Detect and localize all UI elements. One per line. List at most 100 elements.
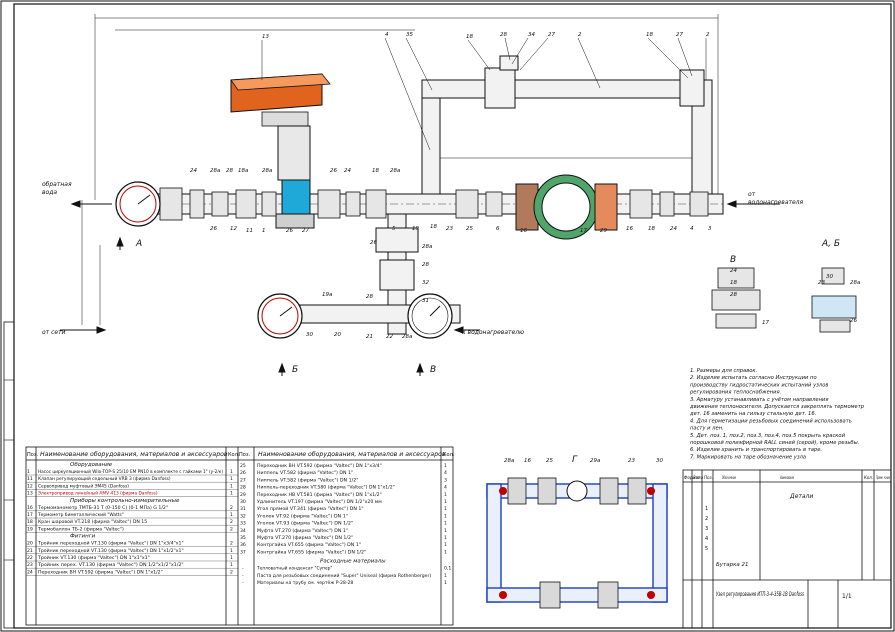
title-block-header: Приме- чание [876, 475, 890, 480]
bom-row-qty: 1 [444, 521, 447, 527]
note-line: 3. Арматуру устанавливать с учётом напра… [690, 397, 829, 403]
bom-row-name: Переходник НВ VT.581 (фирма "Valtec") DN… [257, 492, 382, 498]
note-line: порошковой полиэфирной RALL синей (серой… [690, 440, 859, 446]
bom-row-qty: 1 [444, 513, 447, 519]
callout-5: 5 [392, 226, 396, 232]
note-line: 1. Размеры для справок. [690, 368, 757, 374]
callout-29: 29 [600, 228, 607, 234]
bom-row-qty: 1 [230, 476, 233, 482]
bom-row-qty: 1 [444, 492, 447, 498]
bom-row-name: Ниппель VT.582 (фирма "Valtec") DN 1" [257, 470, 353, 476]
bom-row-name: Термобаллон ТБ-2 (фирма "Valtec") [37, 526, 124, 532]
callout-17: 17 [762, 320, 769, 326]
callout-18: 18 [646, 32, 653, 38]
bom-row-qty: 1 [230, 562, 233, 568]
bom-row-pos: 27 [240, 477, 246, 483]
bom-row-pos: 33 [240, 521, 246, 527]
callout-25: 25 [546, 458, 553, 464]
bom-row-qty: 1 [230, 469, 233, 475]
callout-30: 30 [656, 458, 663, 464]
bom-row-qty: 1 [444, 573, 447, 579]
bom-row-pos: 36 [240, 542, 246, 548]
bom-row-name: Переходник ВН VT.592 (фирма "Valtec") DN… [38, 569, 163, 575]
bom-right-header-pos: Поз. [239, 452, 250, 458]
view-title-ab: А, Б [821, 239, 840, 249]
bom-row-pos: 32 [240, 513, 246, 519]
bom-row-name: Уголок VT.93 (фирма "Valtec") DN 1/2" [257, 521, 353, 527]
drawing-name: Узел регулирования ИТП-3-4-35В-1В Danfos… [716, 590, 804, 598]
title-block-detail-pos: 5 [705, 546, 708, 552]
bom-row-name: Угол прямой VT.341 (фирма "Valtec") DN 1… [257, 505, 364, 512]
sheet-number: 1/1 [842, 593, 852, 600]
view-marker-a: А [135, 239, 142, 249]
bom-section-title: Расходные материалы [320, 559, 386, 565]
callout-18a: 18a [238, 168, 249, 174]
callout-4: 4 [385, 32, 389, 38]
callout-12: 12 [230, 226, 237, 232]
note-line: 7. Маркировать на таре обозначение узла [690, 454, 806, 460]
bom-row-name: Материалы на трубу см. чертёж P-28-28 [257, 580, 353, 586]
callout-3: 3 [708, 226, 712, 232]
title-block-header: Зона [693, 475, 704, 480]
bom-row-qty: 2 [230, 541, 233, 547]
bom-row-qty: 1 [230, 491, 233, 497]
callout-30: 30 [306, 332, 313, 338]
bom-row-qty: 1 [444, 506, 447, 512]
title-block-header: Кол. [864, 475, 873, 480]
callout-19a: 19a [322, 292, 333, 298]
flow-label-from-boiler: водонагревателя [748, 199, 804, 206]
flow-label-return: вода [42, 189, 57, 196]
bom-row-name: Удлинитель VT.197 (фирма "Valtec") DN 1/… [257, 499, 382, 505]
callout-2: 2 [706, 32, 710, 38]
callout-27: 27 [302, 228, 309, 234]
title-block-bottom: Бутарка 21 [716, 562, 749, 568]
bom-row-name: Тройник VT.130 (фирма "Valtec") DN 1"х1"… [37, 554, 150, 561]
bom-row-name: Муфта VT.270 (фирма "Valtec") DN 1/2" [257, 535, 353, 541]
callout-27: 27 [548, 32, 555, 38]
note-line: движения теплоносителя. Допускается закр… [689, 404, 865, 410]
callout-13: 13 [262, 34, 269, 40]
bom-row-qty: 2 [230, 505, 233, 511]
callout-16: 16 [626, 226, 633, 232]
note-line: 4. Для герметизации резьбовых соединений… [690, 418, 852, 424]
title-block-header: Наименование [780, 475, 794, 480]
bom-row-qty: 1 [444, 535, 447, 541]
callout-28a: 28a [422, 244, 433, 250]
callout-6: 6 [496, 226, 500, 232]
bom-row-qty: 2 [230, 569, 233, 575]
bom-row-qty: 1 [444, 499, 447, 505]
bom-row-qty: 1 [230, 483, 233, 489]
bom-row-qty: 3 [444, 477, 447, 483]
callout-20: 20 [334, 332, 341, 338]
bom-row-pos: 28 [240, 485, 246, 491]
callout-34: 34 [528, 32, 535, 38]
callout-28a: 28a [504, 458, 515, 464]
bom-row-pos: 30 [240, 499, 246, 505]
bom-row-pos: 34 [240, 528, 246, 534]
bom-row-name: Термоманометр ТМТБ-31 Т (0-150 С) (0-1 М… [37, 505, 168, 511]
bom-row-qty: 4 [444, 470, 447, 476]
callout-23: 23 [446, 226, 453, 232]
bom-row-name: Электропривод линейный AMV 413 (фирма Da… [38, 490, 158, 497]
bom-row-pos: 23 [27, 562, 33, 568]
drawing-sheet: обратная вода от водонагревателя от сети к во… [0, 0, 895, 632]
callout-28a: 28a [262, 168, 273, 174]
callout-19: 19 [412, 226, 419, 232]
callout-26: 26 [210, 226, 217, 232]
callout-26: 26 [286, 228, 293, 234]
view-marker-v: В [430, 365, 436, 375]
bom-row-name: Тепловатный конденсат "Супер" [256, 565, 332, 572]
callout-31: 31 [422, 298, 429, 304]
callout-28a: 28a [390, 168, 401, 174]
bom-row-qty: 2 [230, 519, 233, 525]
flow-label-from-boiler: от [748, 191, 756, 198]
bom-row-pos: 35 [240, 535, 246, 541]
callout-28: 28 [422, 262, 429, 268]
bom-section-title: Оборудование [70, 462, 113, 468]
callout-28a: 28a [402, 334, 413, 340]
callout-23: 23 [818, 280, 825, 286]
callout-22: 22 [386, 334, 393, 340]
callout-17: 17 [580, 228, 587, 234]
bom-row-qty: 1 [230, 548, 233, 554]
bom-row-name: Тройник переходной VT.130 (фирма "Valtec… [37, 547, 184, 554]
